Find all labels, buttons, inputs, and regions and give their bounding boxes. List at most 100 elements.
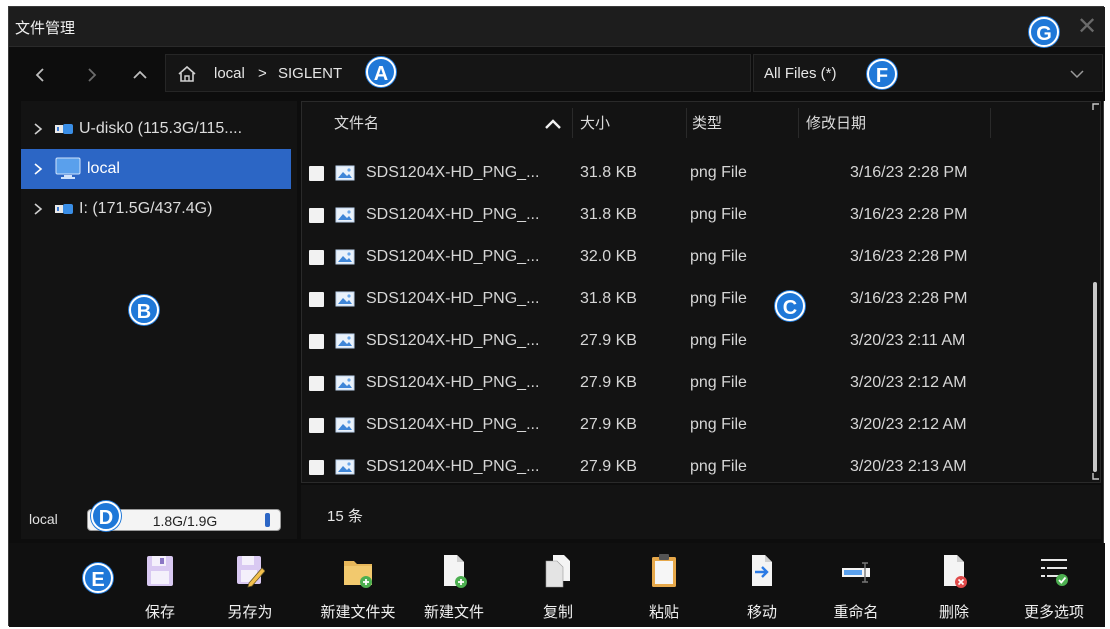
file-row[interactable]: SDS1204X-HD_PNG_... 31.8 KB png File 3/16/2… bbox=[302, 194, 1102, 236]
file-checkbox[interactable] bbox=[309, 418, 324, 433]
scroll-up-arrow-icon[interactable] bbox=[1092, 103, 1100, 111]
more-options-button[interactable]: 更多选项 bbox=[1009, 553, 1099, 623]
new-file-button[interactable]: 新建文件 bbox=[409, 553, 499, 623]
chevron-right-icon[interactable] bbox=[31, 201, 45, 217]
tree-item-label: local bbox=[87, 160, 120, 177]
file-size: 27.9 KB bbox=[580, 458, 637, 475]
column-header-type[interactable]: 类型 bbox=[692, 112, 722, 133]
file-checkbox[interactable] bbox=[309, 166, 324, 181]
usb-drive-icon bbox=[55, 204, 73, 214]
column-header-name[interactable]: 文件名 bbox=[334, 112, 379, 133]
delete-icon bbox=[944, 555, 967, 588]
file-name: SDS1204X-HD_PNG_... bbox=[366, 164, 540, 181]
column-divider[interactable] bbox=[686, 108, 687, 138]
file-count: 15 条 bbox=[327, 508, 363, 525]
close-button[interactable]: ✕ bbox=[1072, 11, 1102, 41]
tree-item-drive-i[interactable]: I: (171.5G/437.4G) bbox=[21, 189, 291, 229]
file-type: png File bbox=[690, 206, 747, 223]
status-bar: 15 条 bbox=[301, 485, 1101, 539]
image-file-icon bbox=[335, 205, 355, 225]
forward-button[interactable] bbox=[79, 62, 105, 88]
image-file-icon bbox=[335, 373, 355, 393]
chevron-right-icon[interactable] bbox=[31, 161, 45, 177]
file-row[interactable]: SDS1204X-HD_PNG_... 27.9 KB png File 3/20/2… bbox=[302, 362, 1102, 404]
file-modified-date: 3/16/23 2:28 PM bbox=[850, 290, 968, 307]
file-size: 31.8 KB bbox=[580, 206, 637, 223]
paste-button[interactable]: 粘贴 bbox=[619, 553, 709, 623]
up-button[interactable] bbox=[127, 62, 153, 88]
file-row[interactable]: SDS1204X-HD_PNG_... 31.8 KB png File 3/16/2… bbox=[302, 152, 1102, 194]
path-breadcrumb[interactable]: local > SIGLENT bbox=[165, 54, 751, 92]
scrollbar[interactable] bbox=[1091, 102, 1100, 482]
file-manager-window: 文件管理 ✕ local > SIGLENT All Files (*) U-d… bbox=[8, 6, 1105, 627]
file-row[interactable]: SDS1204X-HD_PNG_... 27.9 KB png File 3/20/2… bbox=[302, 404, 1102, 446]
column-divider[interactable] bbox=[798, 108, 799, 138]
file-name: SDS1204X-HD_PNG_... bbox=[366, 416, 540, 433]
file-checkbox[interactable] bbox=[309, 292, 324, 307]
breadcrumb-local[interactable]: local bbox=[214, 65, 245, 82]
action-toolbar: 保存 另存为 新建文件夹 新建文件 复制 粘贴 移动 重命名 删除 更多选项 bbox=[9, 543, 1105, 627]
callout-badge-b: B bbox=[129, 295, 159, 325]
directory-tree[interactable]: U-disk0 (115.3G/115.... local I: (171.5G… bbox=[21, 101, 297, 499]
file-name: SDS1204X-HD_PNG_... bbox=[366, 458, 540, 475]
file-list[interactable]: 文件名 大小 类型 修改日期 SDS1204X-HD_PNG_... 31.8 K… bbox=[301, 101, 1101, 483]
image-file-icon bbox=[335, 247, 355, 267]
copy-button[interactable]: 复制 bbox=[513, 553, 603, 623]
paste-label: 粘贴 bbox=[648, 604, 679, 621]
breadcrumb-siglent[interactable]: SIGLENT bbox=[278, 65, 342, 82]
column-header-size[interactable]: 大小 bbox=[580, 112, 610, 133]
breadcrumb-separator: > bbox=[258, 65, 267, 82]
back-button[interactable] bbox=[27, 62, 53, 88]
scroll-down-arrow-icon[interactable] bbox=[1092, 472, 1100, 480]
column-divider[interactable] bbox=[572, 108, 573, 138]
column-divider[interactable] bbox=[990, 108, 991, 138]
file-type: png File bbox=[690, 374, 747, 391]
file-type: png File bbox=[690, 332, 747, 349]
save-button[interactable]: 保存 bbox=[115, 553, 205, 623]
move-icon bbox=[752, 555, 772, 586]
file-row[interactable]: SDS1204X-HD_PNG_... 31.8 KB png File 3/16/2… bbox=[302, 278, 1102, 320]
chevron-right-icon[interactable] bbox=[31, 121, 45, 137]
file-checkbox[interactable] bbox=[309, 334, 324, 349]
copy-icon bbox=[545, 555, 570, 588]
file-row[interactable]: SDS1204X-HD_PNG_... 32.0 KB png File 3/16/2… bbox=[302, 236, 1102, 278]
file-checkbox[interactable] bbox=[309, 376, 324, 391]
file-list-header: 文件名 大小 类型 修改日期 bbox=[302, 102, 1092, 144]
delete-button[interactable]: 删除 bbox=[909, 553, 999, 623]
new-file-label: 新建文件 bbox=[423, 604, 484, 621]
callout-badge-e: E bbox=[83, 563, 113, 593]
sort-up-icon[interactable] bbox=[544, 118, 562, 130]
save-label: 保存 bbox=[144, 604, 175, 621]
file-row[interactable]: SDS1204X-HD_PNG_... 27.9 KB png File 3/20/2… bbox=[302, 320, 1102, 362]
copy-label: 复制 bbox=[542, 604, 573, 621]
file-type: png File bbox=[690, 164, 747, 181]
file-modified-date: 3/16/23 2:28 PM bbox=[850, 206, 968, 223]
file-size: 27.9 KB bbox=[580, 332, 637, 349]
scroll-thumb[interactable] bbox=[1093, 282, 1097, 472]
file-type-filter[interactable]: All Files (*) bbox=[753, 54, 1103, 92]
save-as-button[interactable]: 另存为 bbox=[205, 553, 295, 623]
callout-badge-d: D bbox=[91, 501, 121, 531]
file-size: 27.9 KB bbox=[580, 416, 637, 433]
file-checkbox[interactable] bbox=[309, 250, 324, 265]
file-checkbox[interactable] bbox=[309, 460, 324, 475]
image-file-icon bbox=[335, 289, 355, 309]
file-name: SDS1204X-HD_PNG_... bbox=[366, 206, 540, 223]
new-folder-button[interactable]: 新建文件夹 bbox=[313, 553, 403, 623]
column-header-date[interactable]: 修改日期 bbox=[806, 112, 866, 133]
window-title: 文件管理 bbox=[15, 20, 76, 37]
rename-icon bbox=[842, 562, 870, 583]
move-button[interactable]: 移动 bbox=[717, 553, 807, 623]
callout-badge-f: F bbox=[867, 59, 897, 89]
tree-item-udisk0[interactable]: U-disk0 (115.3G/115.... bbox=[21, 109, 291, 149]
chevron-up-icon bbox=[133, 70, 147, 79]
rename-label: 重命名 bbox=[833, 604, 879, 621]
file-modified-date: 3/20/23 2:12 AM bbox=[850, 416, 967, 433]
home-icon[interactable] bbox=[176, 63, 198, 85]
file-type: png File bbox=[690, 248, 747, 265]
file-row[interactable]: SDS1204X-HD_PNG_... 27.9 KB png File 3/20/2… bbox=[302, 446, 1102, 488]
rename-button[interactable]: 重命名 bbox=[811, 553, 901, 623]
file-checkbox[interactable] bbox=[309, 208, 324, 223]
tree-item-local[interactable]: local bbox=[21, 149, 291, 189]
chevron-down-icon[interactable] bbox=[1068, 65, 1086, 83]
